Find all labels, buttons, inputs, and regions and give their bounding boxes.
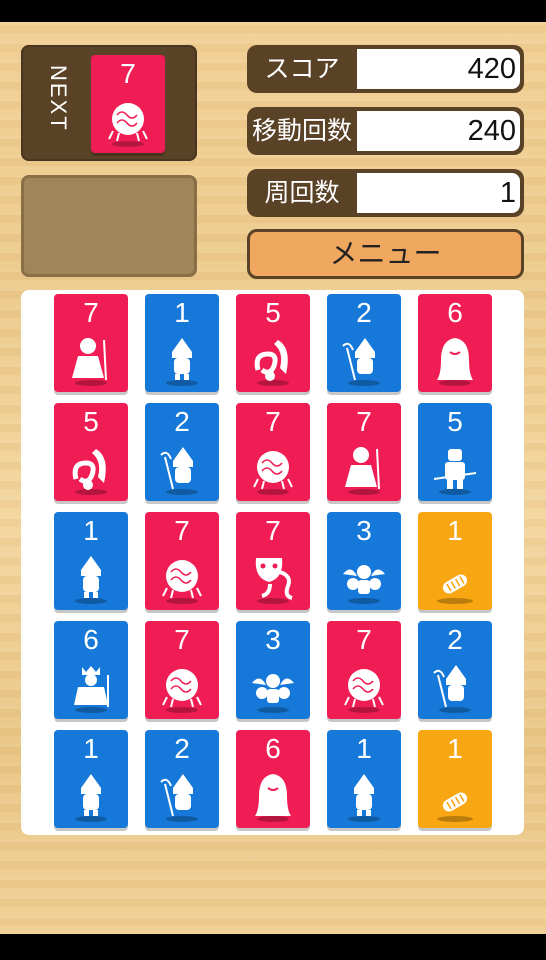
card-r2-c2[interactable]: 2 [145, 403, 219, 501]
card-r2-c3[interactable]: 7 [236, 403, 310, 501]
winged-trio-icon [343, 565, 385, 604]
lap-count-value: 1 [357, 173, 520, 213]
card-value: 1 [447, 733, 463, 764]
move-count-label: 移動回数 [251, 116, 352, 145]
hooded-villager-icon [75, 556, 107, 604]
card-value: 2 [447, 624, 463, 655]
card-r5-c4[interactable]: 1 [327, 730, 401, 828]
card-r5-c5[interactable]: 1 [418, 730, 492, 828]
card-r4-c2[interactable]: 7 [145, 621, 219, 719]
card-value: 7 [265, 515, 281, 546]
card-value: 6 [83, 624, 99, 655]
card-value: 5 [83, 406, 99, 437]
score-box: スコア 420 [247, 45, 524, 93]
hooded-villager-icon [348, 774, 380, 822]
score-value: 420 [357, 49, 520, 89]
bread-item-icon [437, 792, 473, 822]
armored-knight-icon [433, 449, 477, 495]
next-card-panel: NEXT 7 [21, 45, 197, 161]
card-r4-c5[interactable]: 2 [418, 621, 492, 719]
card-value: 5 [265, 297, 281, 328]
score-label: スコア [264, 54, 340, 83]
card-r3-c4[interactable]: 3 [327, 512, 401, 610]
next-label: NEXT [46, 65, 71, 132]
hooded-scythe-icon [160, 447, 198, 495]
card-value: 6 [265, 733, 281, 764]
card-r2-c1[interactable]: 5 [54, 403, 128, 501]
next-card: 7 [91, 55, 165, 153]
card-r4-c4[interactable]: 7 [327, 621, 401, 719]
card-value: 2 [356, 297, 372, 328]
long-haired-ghost-icon [437, 338, 473, 386]
card-value: 6 [447, 297, 463, 328]
move-count-box: 移動回数 240 [247, 107, 524, 155]
card-r1-c2[interactable]: 1 [145, 294, 219, 392]
card-r3-c1[interactable]: 1 [54, 512, 128, 610]
card-value: 1 [447, 515, 463, 546]
winged-trio-icon [252, 674, 294, 713]
card-board: 7 1 5 2 6 5 2 7 7 5 1 7 7 3 1 6 7 3 7 2 1 2 6 1 1 [21, 290, 524, 835]
brain-creature-icon [108, 103, 148, 147]
hooded-scythe-icon [160, 774, 198, 822]
hooded-scythe-icon [433, 665, 471, 713]
hold-slot[interactable] [21, 175, 197, 277]
flaming-serpent-icon [254, 340, 289, 386]
card-r4-c3[interactable]: 3 [236, 621, 310, 719]
card-value: 3 [265, 624, 281, 655]
card-value: 7 [265, 406, 281, 437]
card-r3-c2[interactable]: 7 [145, 512, 219, 610]
card-r5-c3[interactable]: 6 [236, 730, 310, 828]
lap-count-box: 周回数 1 [247, 169, 524, 217]
card-r2-c4[interactable]: 7 [327, 403, 401, 501]
brain-creature-icon [344, 669, 384, 713]
hooded-villager-icon [75, 774, 107, 822]
card-r1-c1[interactable]: 7 [54, 294, 128, 392]
hooded-villager-icon [166, 338, 198, 386]
card-value: 7 [356, 624, 372, 655]
card-r5-c1[interactable]: 1 [54, 730, 128, 828]
next-card-value: 7 [120, 58, 136, 89]
crowned-king-icon [74, 666, 109, 713]
card-value: 3 [356, 515, 372, 546]
card-value: 1 [174, 297, 190, 328]
card-value: 1 [356, 733, 372, 764]
brain-creature-icon [162, 669, 202, 713]
card-r3-c5[interactable]: 1 [418, 512, 492, 610]
card-r2-c5[interactable]: 5 [418, 403, 492, 501]
flaming-serpent-icon [72, 449, 107, 495]
card-value: 2 [174, 406, 190, 437]
card-r4-c1[interactable]: 6 [54, 621, 128, 719]
long-haired-ghost-icon [255, 774, 291, 822]
card-r1-c3[interactable]: 5 [236, 294, 310, 392]
card-r3-c3[interactable]: 7 [236, 512, 310, 610]
card-value: 2 [174, 733, 190, 764]
card-value: 7 [174, 624, 190, 655]
card-value: 7 [356, 406, 372, 437]
brain-creature-icon [162, 560, 202, 604]
card-value: 5 [447, 406, 463, 437]
card-value: 1 [83, 733, 99, 764]
card-value: 1 [83, 515, 99, 546]
hooded-scythe-icon [342, 338, 380, 386]
move-count-value: 240 [357, 111, 520, 151]
mask-tentacle-icon [255, 558, 293, 604]
menu-button[interactable]: メニュー [247, 229, 524, 279]
card-value: 7 [174, 515, 190, 546]
card-value: 7 [83, 297, 99, 328]
card-r5-c2[interactable]: 2 [145, 730, 219, 828]
card-r1-c5[interactable]: 6 [418, 294, 492, 392]
card-r1-c4[interactable]: 2 [327, 294, 401, 392]
bread-item-icon [437, 574, 473, 604]
maid-with-broom-icon [72, 338, 107, 386]
brain-creature-icon [253, 451, 293, 495]
lap-count-label: 周回数 [264, 178, 340, 207]
maid-with-broom-icon [345, 447, 380, 495]
